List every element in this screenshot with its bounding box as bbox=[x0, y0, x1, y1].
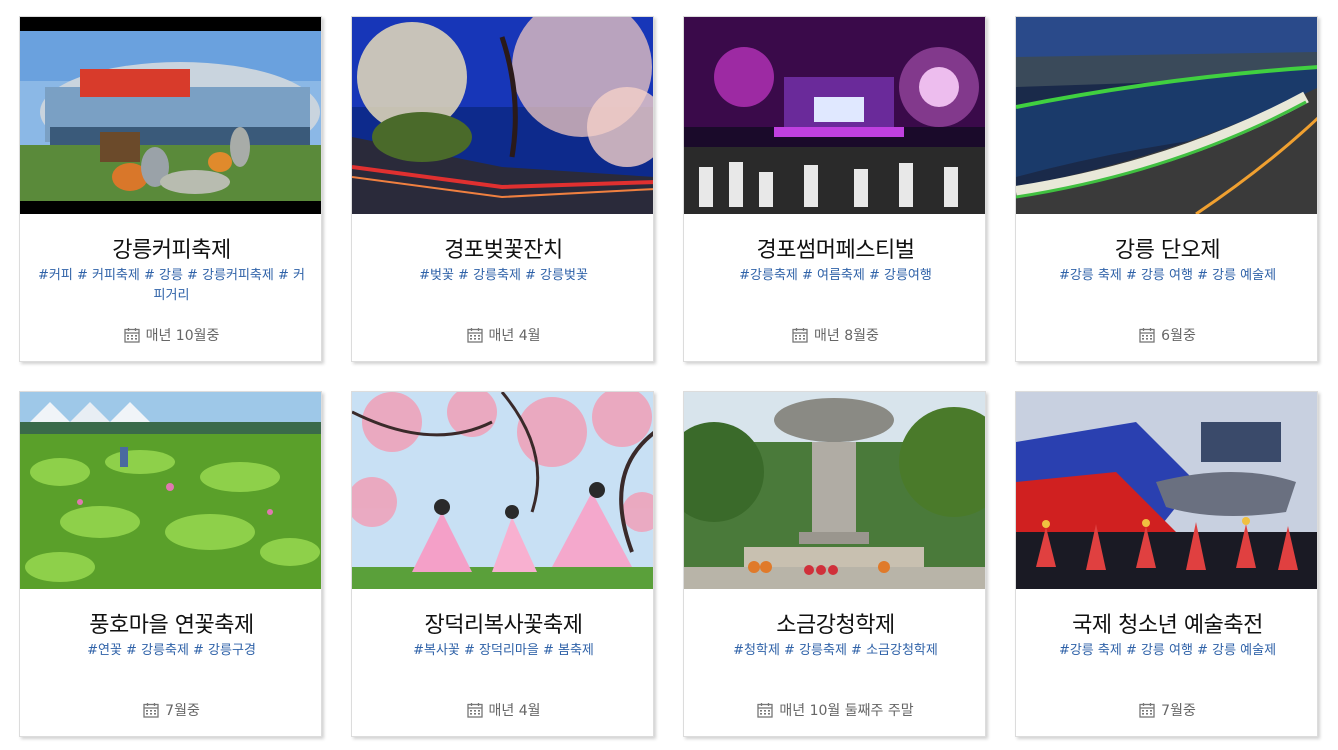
festival-date-text: 매년 10월 둘째주 주말 bbox=[779, 703, 914, 719]
calendar-icon bbox=[1139, 703, 1155, 718]
festival-date-text: 6월중 bbox=[1161, 328, 1196, 344]
festival-card[interactable]: 경포벚꽃잔치 #벚꽃 # 강릉축제 # 강릉벚꽃 매년 4월 bbox=[351, 16, 654, 362]
festival-title[interactable]: 장덕리복사꽃축제 bbox=[352, 607, 653, 639]
festival-card[interactable]: 장덕리복사꽃축제 #복사꽃 # 장덕리마을 # 봄축제 매년 4월 bbox=[351, 391, 654, 737]
festival-card[interactable]: 국제 청소년 예술축전 #강릉 축제 # 강릉 여행 # 강릉 예술제 7월중 bbox=[1015, 391, 1318, 737]
festival-title[interactable]: 소금강청학제 bbox=[684, 607, 985, 639]
festival-date: 6월중 bbox=[1016, 325, 1317, 345]
festival-thumbnail[interactable] bbox=[352, 17, 653, 214]
festival-thumbnail[interactable] bbox=[20, 392, 321, 589]
festival-tags: #청학제 # 강릉축제 # 소금강청학제 bbox=[733, 643, 938, 658]
festival-date-text: 매년 10월중 bbox=[145, 328, 220, 344]
festival-date: 매년 8월중 bbox=[684, 325, 985, 345]
festival-tags: #강릉 축제 # 강릉 여행 # 강릉 예술제 bbox=[1058, 268, 1277, 283]
festival-title[interactable]: 강릉커피축제 bbox=[20, 232, 321, 264]
festival-date: 매년 4월 bbox=[352, 325, 653, 345]
festival-thumbnail[interactable] bbox=[684, 17, 985, 214]
festival-date: 7월중 bbox=[1016, 700, 1317, 720]
festival-tags: #커피 # 커피축제 # 강릉 # 강릉커피축제 # 커피거리 bbox=[38, 268, 305, 303]
festival-tags: #복사꽃 # 장덕리마을 # 봄축제 bbox=[413, 643, 594, 658]
festival-card[interactable]: 강릉 단오제 #강릉 축제 # 강릉 여행 # 강릉 예술제 6월중 bbox=[1015, 16, 1318, 362]
festival-date: 매년 10월중 bbox=[20, 325, 321, 345]
festival-date-text: 매년 4월 bbox=[488, 703, 541, 719]
festival-tags: #강릉축제 # 여름축제 # 강릉여행 bbox=[739, 268, 932, 283]
festival-tags: #연꽃 # 강릉축제 # 강릉구경 bbox=[87, 643, 256, 658]
festival-thumbnail[interactable] bbox=[684, 392, 985, 589]
calendar-icon bbox=[757, 703, 774, 718]
calendar-icon bbox=[792, 328, 808, 343]
festival-card-grid: 강릉커피축제 #커피 # 커피축제 # 강릉 # 강릉커피축제 # 커피거리 매… bbox=[0, 0, 1338, 750]
festival-thumbnail[interactable] bbox=[20, 17, 321, 214]
calendar-icon bbox=[1139, 328, 1155, 343]
festival-date-text: 7월중 bbox=[165, 703, 200, 719]
festival-date-text: 7월중 bbox=[1161, 703, 1196, 719]
festival-card[interactable]: 소금강청학제 #청학제 # 강릉축제 # 소금강청학제 매년 10월 둘째주 주… bbox=[683, 391, 986, 737]
calendar-icon bbox=[466, 328, 483, 343]
festival-thumbnail[interactable] bbox=[1016, 17, 1317, 214]
festival-date: 매년 4월 bbox=[352, 700, 653, 720]
calendar-icon bbox=[143, 703, 159, 718]
calendar-icon bbox=[123, 328, 140, 343]
festival-title[interactable]: 경포벚꽃잔치 bbox=[352, 232, 653, 264]
festival-thumbnail[interactable] bbox=[1016, 392, 1317, 589]
festival-thumbnail[interactable] bbox=[352, 392, 653, 589]
festival-card[interactable]: 풍호마을 연꽃축제 #연꽃 # 강릉축제 # 강릉구경 7월중 bbox=[19, 391, 322, 737]
festival-title[interactable]: 국제 청소년 예술축전 bbox=[1016, 607, 1317, 639]
festival-date-text: 매년 8월중 bbox=[814, 328, 879, 344]
festival-tags: #벚꽃 # 강릉축제 # 강릉벚꽃 bbox=[419, 268, 588, 283]
festival-card[interactable]: 경포썸머페스티벌 #강릉축제 # 여름축제 # 강릉여행 매년 8월중 bbox=[683, 16, 986, 362]
festival-date: 매년 10월 둘째주 주말 bbox=[684, 700, 985, 720]
festival-date-text: 매년 4월 bbox=[488, 328, 541, 344]
festival-title[interactable]: 풍호마을 연꽃축제 bbox=[20, 607, 321, 639]
festival-card[interactable]: 강릉커피축제 #커피 # 커피축제 # 강릉 # 강릉커피축제 # 커피거리 매… bbox=[19, 16, 322, 362]
festival-title[interactable]: 강릉 단오제 bbox=[1016, 232, 1317, 264]
festival-date: 7월중 bbox=[20, 700, 321, 720]
festival-title[interactable]: 경포썸머페스티벌 bbox=[684, 232, 985, 264]
calendar-icon bbox=[466, 703, 483, 718]
festival-tags: #강릉 축제 # 강릉 여행 # 강릉 예술제 bbox=[1058, 643, 1277, 658]
